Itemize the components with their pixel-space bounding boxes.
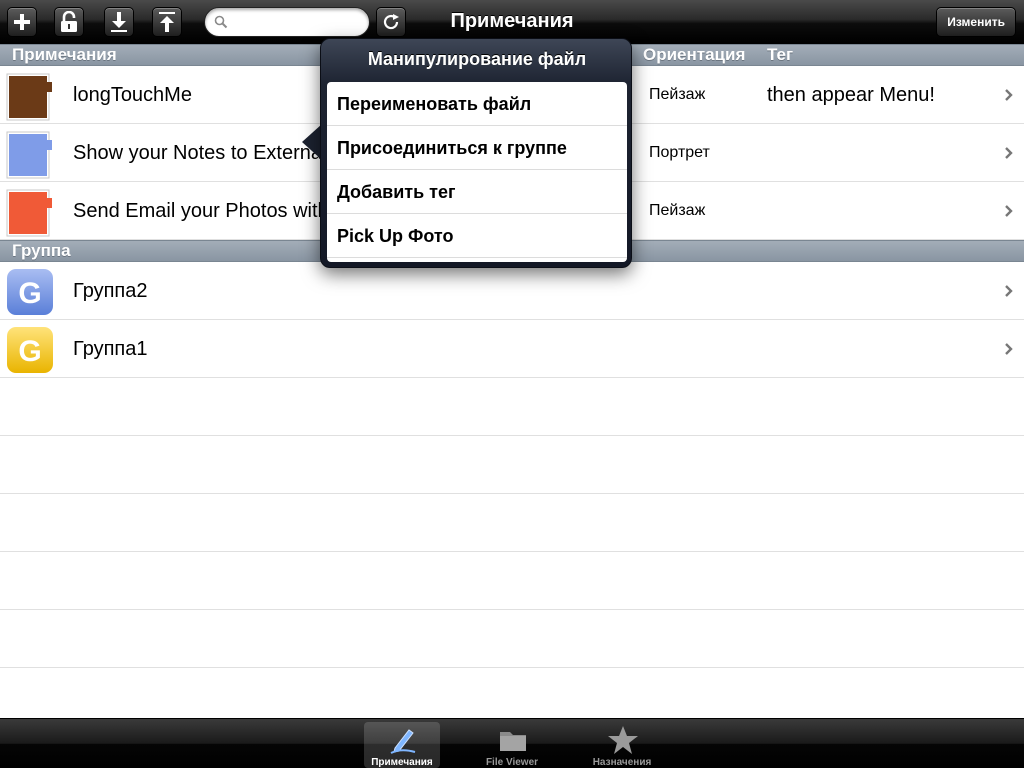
note-orientation: Портрет — [649, 144, 710, 161]
folder-icon — [500, 732, 526, 751]
tag-column-header: Тег — [767, 45, 794, 64]
unlock-button[interactable] — [54, 7, 84, 37]
chevron-right-icon — [1005, 205, 1013, 217]
chevron-right-icon — [1005, 147, 1013, 159]
star-icon — [608, 726, 638, 754]
empty-row — [0, 552, 1024, 610]
popover-title: Манипулирование файл — [367, 49, 587, 69]
group-icon: G — [7, 327, 53, 373]
group-icon: G — [7, 269, 53, 315]
menu-item-join-group[interactable]: Присоединиться к группе — [327, 126, 627, 170]
add-icon — [14, 14, 30, 30]
empty-row — [0, 378, 1024, 436]
tab-assignments[interactable]: Назначения — [584, 722, 660, 768]
group-header-label: Группа — [12, 241, 71, 260]
pen-icon — [390, 729, 416, 754]
group-row[interactable]: G Группа2 — [0, 262, 1024, 320]
note-thumbnail-icon — [6, 189, 52, 237]
tab-label: Примечания — [371, 757, 433, 768]
tab-label: Назначения — [592, 757, 652, 768]
chevron-right-icon — [1005, 285, 1013, 297]
empty-row — [0, 494, 1024, 552]
upload-button[interactable] — [152, 7, 182, 37]
orientation-column-header: Ориентация — [643, 45, 746, 64]
menu-item-pick-up-photo[interactable]: Pick Up Фото — [327, 214, 627, 258]
chevron-right-icon — [1005, 89, 1013, 101]
popover-arrow — [302, 124, 322, 160]
menu-item-add-tag[interactable]: Добавить тег — [327, 170, 627, 214]
group-name: Группа1 — [73, 338, 148, 360]
upload-icon — [159, 12, 175, 32]
add-button[interactable] — [7, 7, 37, 37]
note-name: Show your Notes to External Display — [73, 142, 323, 164]
empty-row — [0, 436, 1024, 494]
empty-row — [0, 610, 1024, 668]
download-icon — [111, 12, 127, 32]
search-icon — [214, 15, 228, 29]
group-icon-letter: G — [18, 335, 41, 368]
download-button[interactable] — [104, 7, 134, 37]
chevron-right-icon — [1005, 343, 1013, 355]
note-name: Send Email your Photos with Notes — [73, 200, 323, 222]
tab-file-viewer[interactable]: File Viewer — [474, 722, 550, 768]
popover-menu: Переименовать файл Присоединиться к груп… — [327, 82, 627, 262]
note-thumbnail-icon — [6, 73, 52, 121]
tab-label: File Viewer — [485, 757, 539, 768]
edit-button[interactable]: Изменить — [936, 7, 1016, 37]
note-orientation: Пейзаж — [649, 202, 706, 219]
file-actions-popover: Манипулирование файл Переименовать файл … — [320, 38, 632, 268]
unlock-icon — [61, 11, 77, 32]
search-field[interactable] — [204, 7, 370, 37]
note-orientation: Пейзаж — [649, 86, 706, 103]
notes-header-label: Примечания — [12, 45, 117, 64]
search-input[interactable] — [231, 12, 363, 32]
note-thumbnail-icon — [6, 131, 52, 179]
group-row[interactable]: G Группа1 — [0, 320, 1024, 378]
note-tag: then appear Menu! — [767, 84, 935, 106]
menu-item-rename-file[interactable]: Переименовать файл — [327, 82, 627, 126]
group-name: Группа2 — [73, 280, 148, 302]
group-icon-letter: G — [18, 277, 41, 310]
tab-notes[interactable]: Примечания — [364, 722, 440, 768]
bottom-tab-bar: Примечания File Viewer Назначения — [0, 718, 1024, 768]
